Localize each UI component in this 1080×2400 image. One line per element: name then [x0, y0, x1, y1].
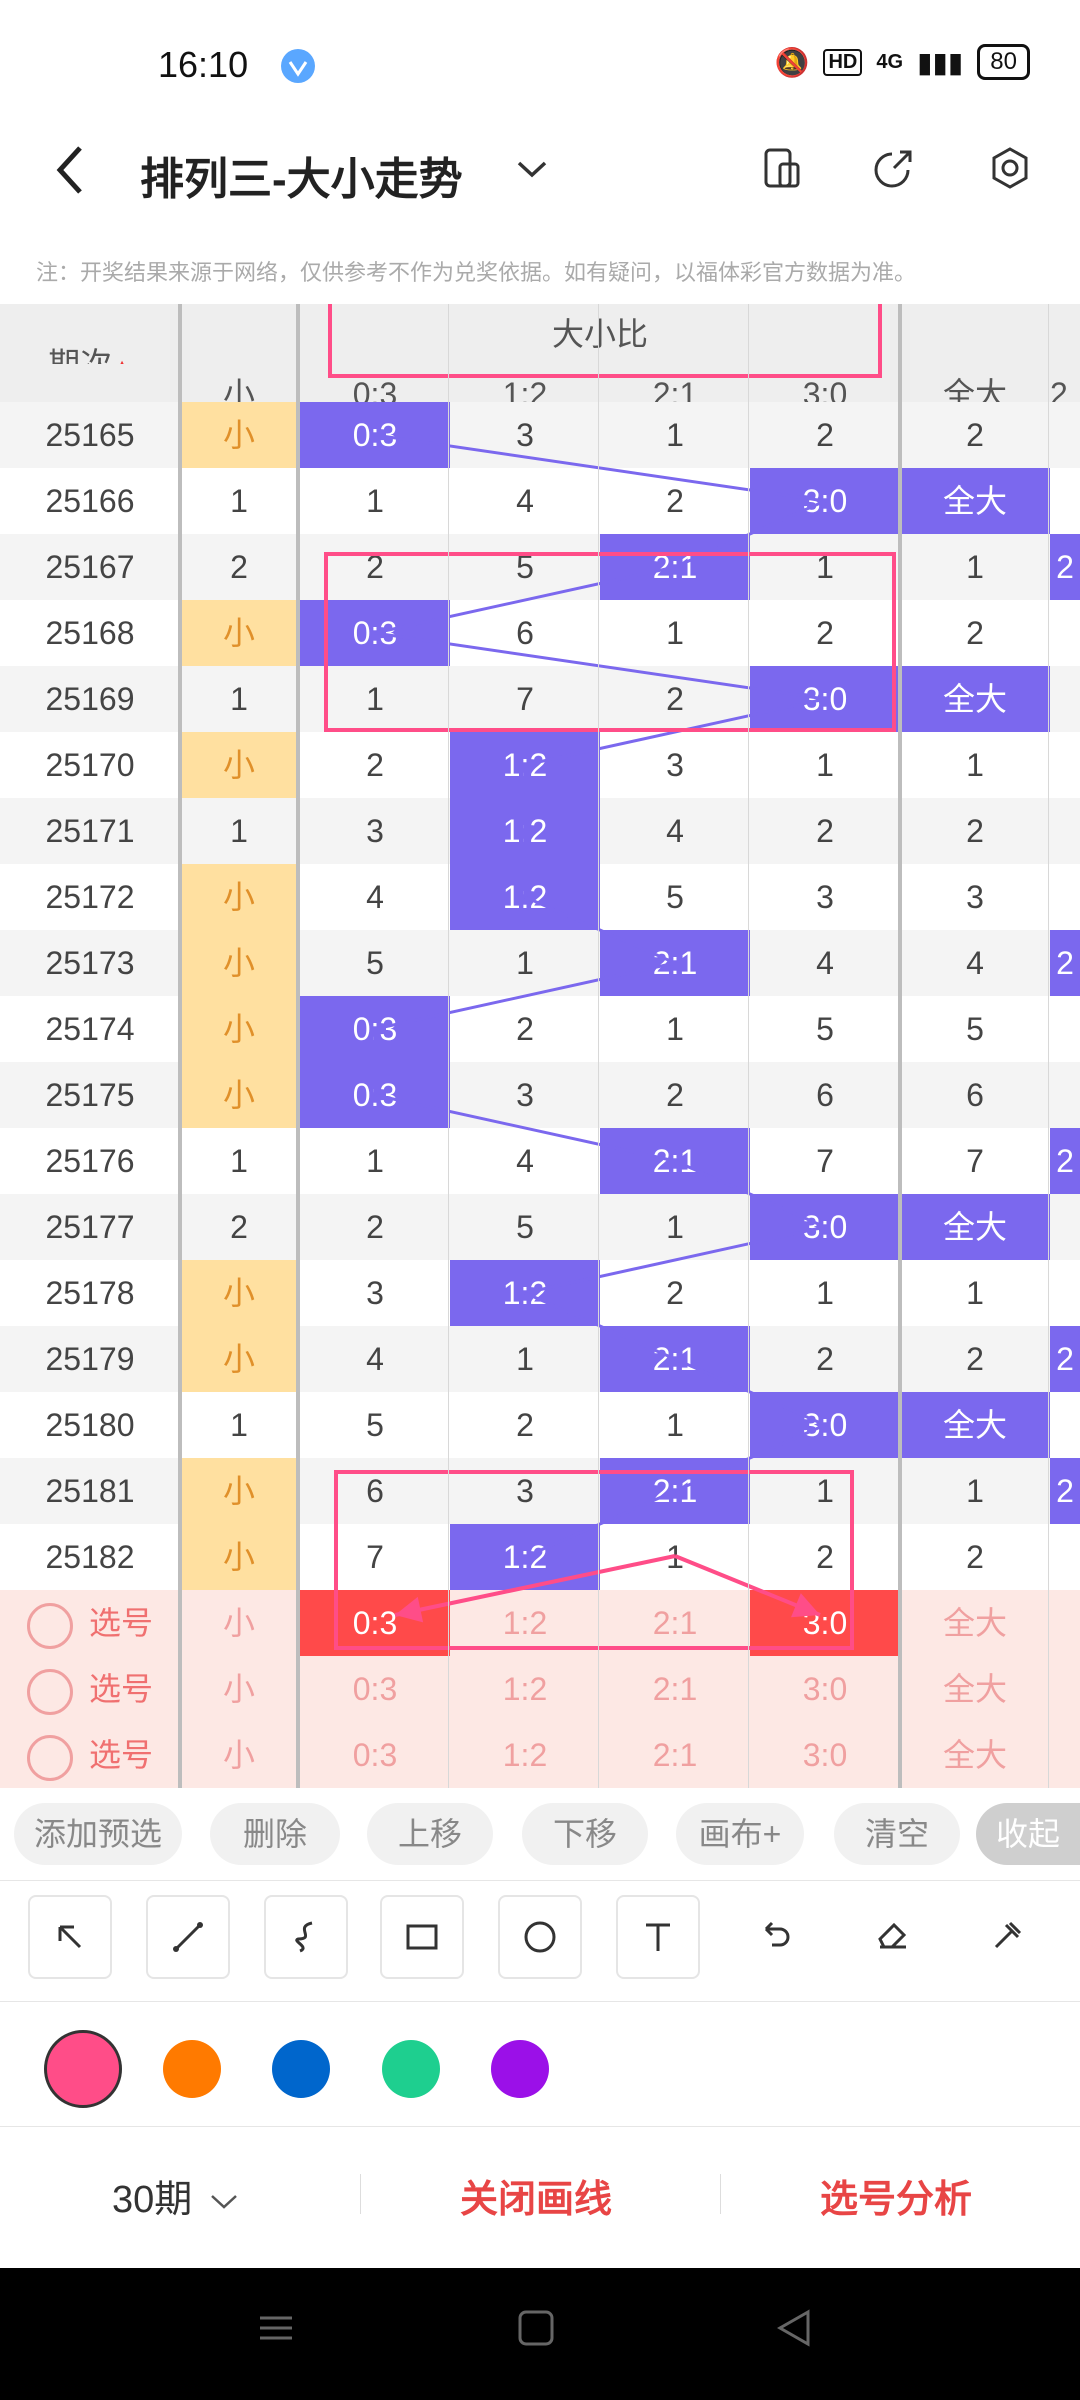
- clear-brush-icon[interactable]: [968, 1895, 1048, 1975]
- disclaimer-notice: 注：开奖结果来源于网络，仅供参考不作为兑奖依据。如有疑问，以福体彩官方数据为准。: [36, 260, 917, 285]
- drawn-rectangle[interactable]: [328, 304, 882, 378]
- color-swatch[interactable]: [272, 2040, 330, 2098]
- signal-icon: ▮▮▮: [917, 46, 964, 78]
- cell-divider: [748, 304, 749, 1788]
- analysis-button[interactable]: 选号分析: [820, 2168, 972, 2223]
- trend-line: [674, 1357, 826, 1427]
- back-button[interactable]: [50, 140, 90, 211]
- rectangle-icon[interactable]: [380, 1895, 464, 1979]
- page-title[interactable]: 排列三-大小走势: [140, 143, 463, 207]
- network-label: 4G: [876, 50, 904, 73]
- toolbar-button-2[interactable]: 上移: [367, 1803, 493, 1865]
- battery-icon: 80: [977, 44, 1030, 80]
- curve-icon[interactable]: [264, 1895, 348, 1979]
- eraser-icon[interactable]: [852, 1895, 932, 1975]
- mute-icon: 🔕: [774, 46, 810, 78]
- action-toolbar: 添加预选 删除 上移 下移 画布+ 清空 收起: [0, 1795, 1080, 1875]
- title-dropdown-icon[interactable]: [515, 150, 549, 187]
- cell-divider: [1048, 304, 1049, 1788]
- toolbar-button-6[interactable]: 收起: [976, 1803, 1080, 1865]
- status-time: 16:10: [158, 44, 249, 85]
- column-divider: [898, 304, 902, 1788]
- column-divider: [296, 304, 300, 1788]
- phone-layout-icon[interactable]: [760, 146, 804, 190]
- period-selector[interactable]: 30期: [112, 2168, 239, 2223]
- cell-divider: [598, 304, 599, 1788]
- drawing-tools: [0, 1880, 1080, 2002]
- trend-line: [374, 565, 676, 635]
- app-shield-icon: [281, 49, 315, 83]
- settings-icon[interactable]: [988, 146, 1032, 190]
- trend-line: [374, 1093, 676, 1163]
- cell-divider: [448, 304, 449, 1788]
- drawn-rectangle[interactable]: [334, 1470, 854, 1650]
- text-icon[interactable]: [616, 1895, 700, 1979]
- trend-table: 期次▲ 大小比 小 0:3 1:2 2:1 3:0 全大 2 25165小0:3…: [0, 304, 1080, 1788]
- trend-line: [374, 433, 826, 503]
- menu-icon[interactable]: [256, 2308, 296, 2348]
- line-icon[interactable]: [146, 1895, 230, 1979]
- drawn-arrow[interactable]: [394, 1554, 676, 1617]
- home-icon[interactable]: [516, 2308, 556, 2348]
- column-divider: [178, 304, 182, 1788]
- trend-line: [524, 1225, 826, 1295]
- toolbar-button-1[interactable]: 删除: [210, 1803, 340, 1865]
- chevron-left-icon: [56, 146, 82, 194]
- trend-line: [524, 895, 676, 965]
- system-nav-bar: [0, 2268, 1080, 2400]
- divider: [360, 2174, 361, 2214]
- arrow-icon[interactable]: [28, 1895, 112, 1979]
- status-bar: 16:10 🔕 HD 4G ▮▮▮ 80: [0, 0, 1080, 130]
- color-swatch[interactable]: [44, 2030, 122, 2108]
- trend-line: [524, 1291, 676, 1361]
- toolbar-button-3[interactable]: 下移: [522, 1803, 648, 1865]
- arrow-head: [395, 1596, 424, 1623]
- drawing-overlay[interactable]: [0, 304, 1080, 1788]
- trend-line: [374, 631, 826, 701]
- trend-line: [374, 961, 676, 1031]
- toolbar-button-5[interactable]: 清空: [834, 1803, 960, 1865]
- trend-line: [674, 499, 826, 569]
- trend-line: [674, 1159, 826, 1229]
- trend-line: [524, 1489, 676, 1559]
- bottom-bar: 30期 关闭画线 选号分析: [0, 2126, 1080, 2268]
- divider: [720, 2174, 721, 2214]
- trend-line: [674, 1423, 826, 1493]
- color-swatch[interactable]: [382, 2040, 440, 2098]
- chevron-down-icon: [210, 2195, 237, 2209]
- color-swatch[interactable]: [491, 2040, 549, 2098]
- color-palette: [0, 2000, 1080, 2127]
- hd-icon: HD: [823, 48, 863, 76]
- share-icon[interactable]: [872, 146, 916, 190]
- status-icons: 🔕 HD 4G ▮▮▮ 80: [775, 44, 1030, 80]
- close-line-button[interactable]: 关闭画线: [460, 2168, 612, 2223]
- circle-icon[interactable]: [498, 1895, 582, 1979]
- toolbar-button-0[interactable]: 添加预选: [14, 1803, 182, 1865]
- back-nav-icon[interactable]: [774, 2308, 814, 2348]
- toolbar-button-4[interactable]: 画布+: [676, 1803, 804, 1865]
- color-swatch[interactable]: [163, 2040, 221, 2098]
- undo-icon[interactable]: [734, 1895, 814, 1975]
